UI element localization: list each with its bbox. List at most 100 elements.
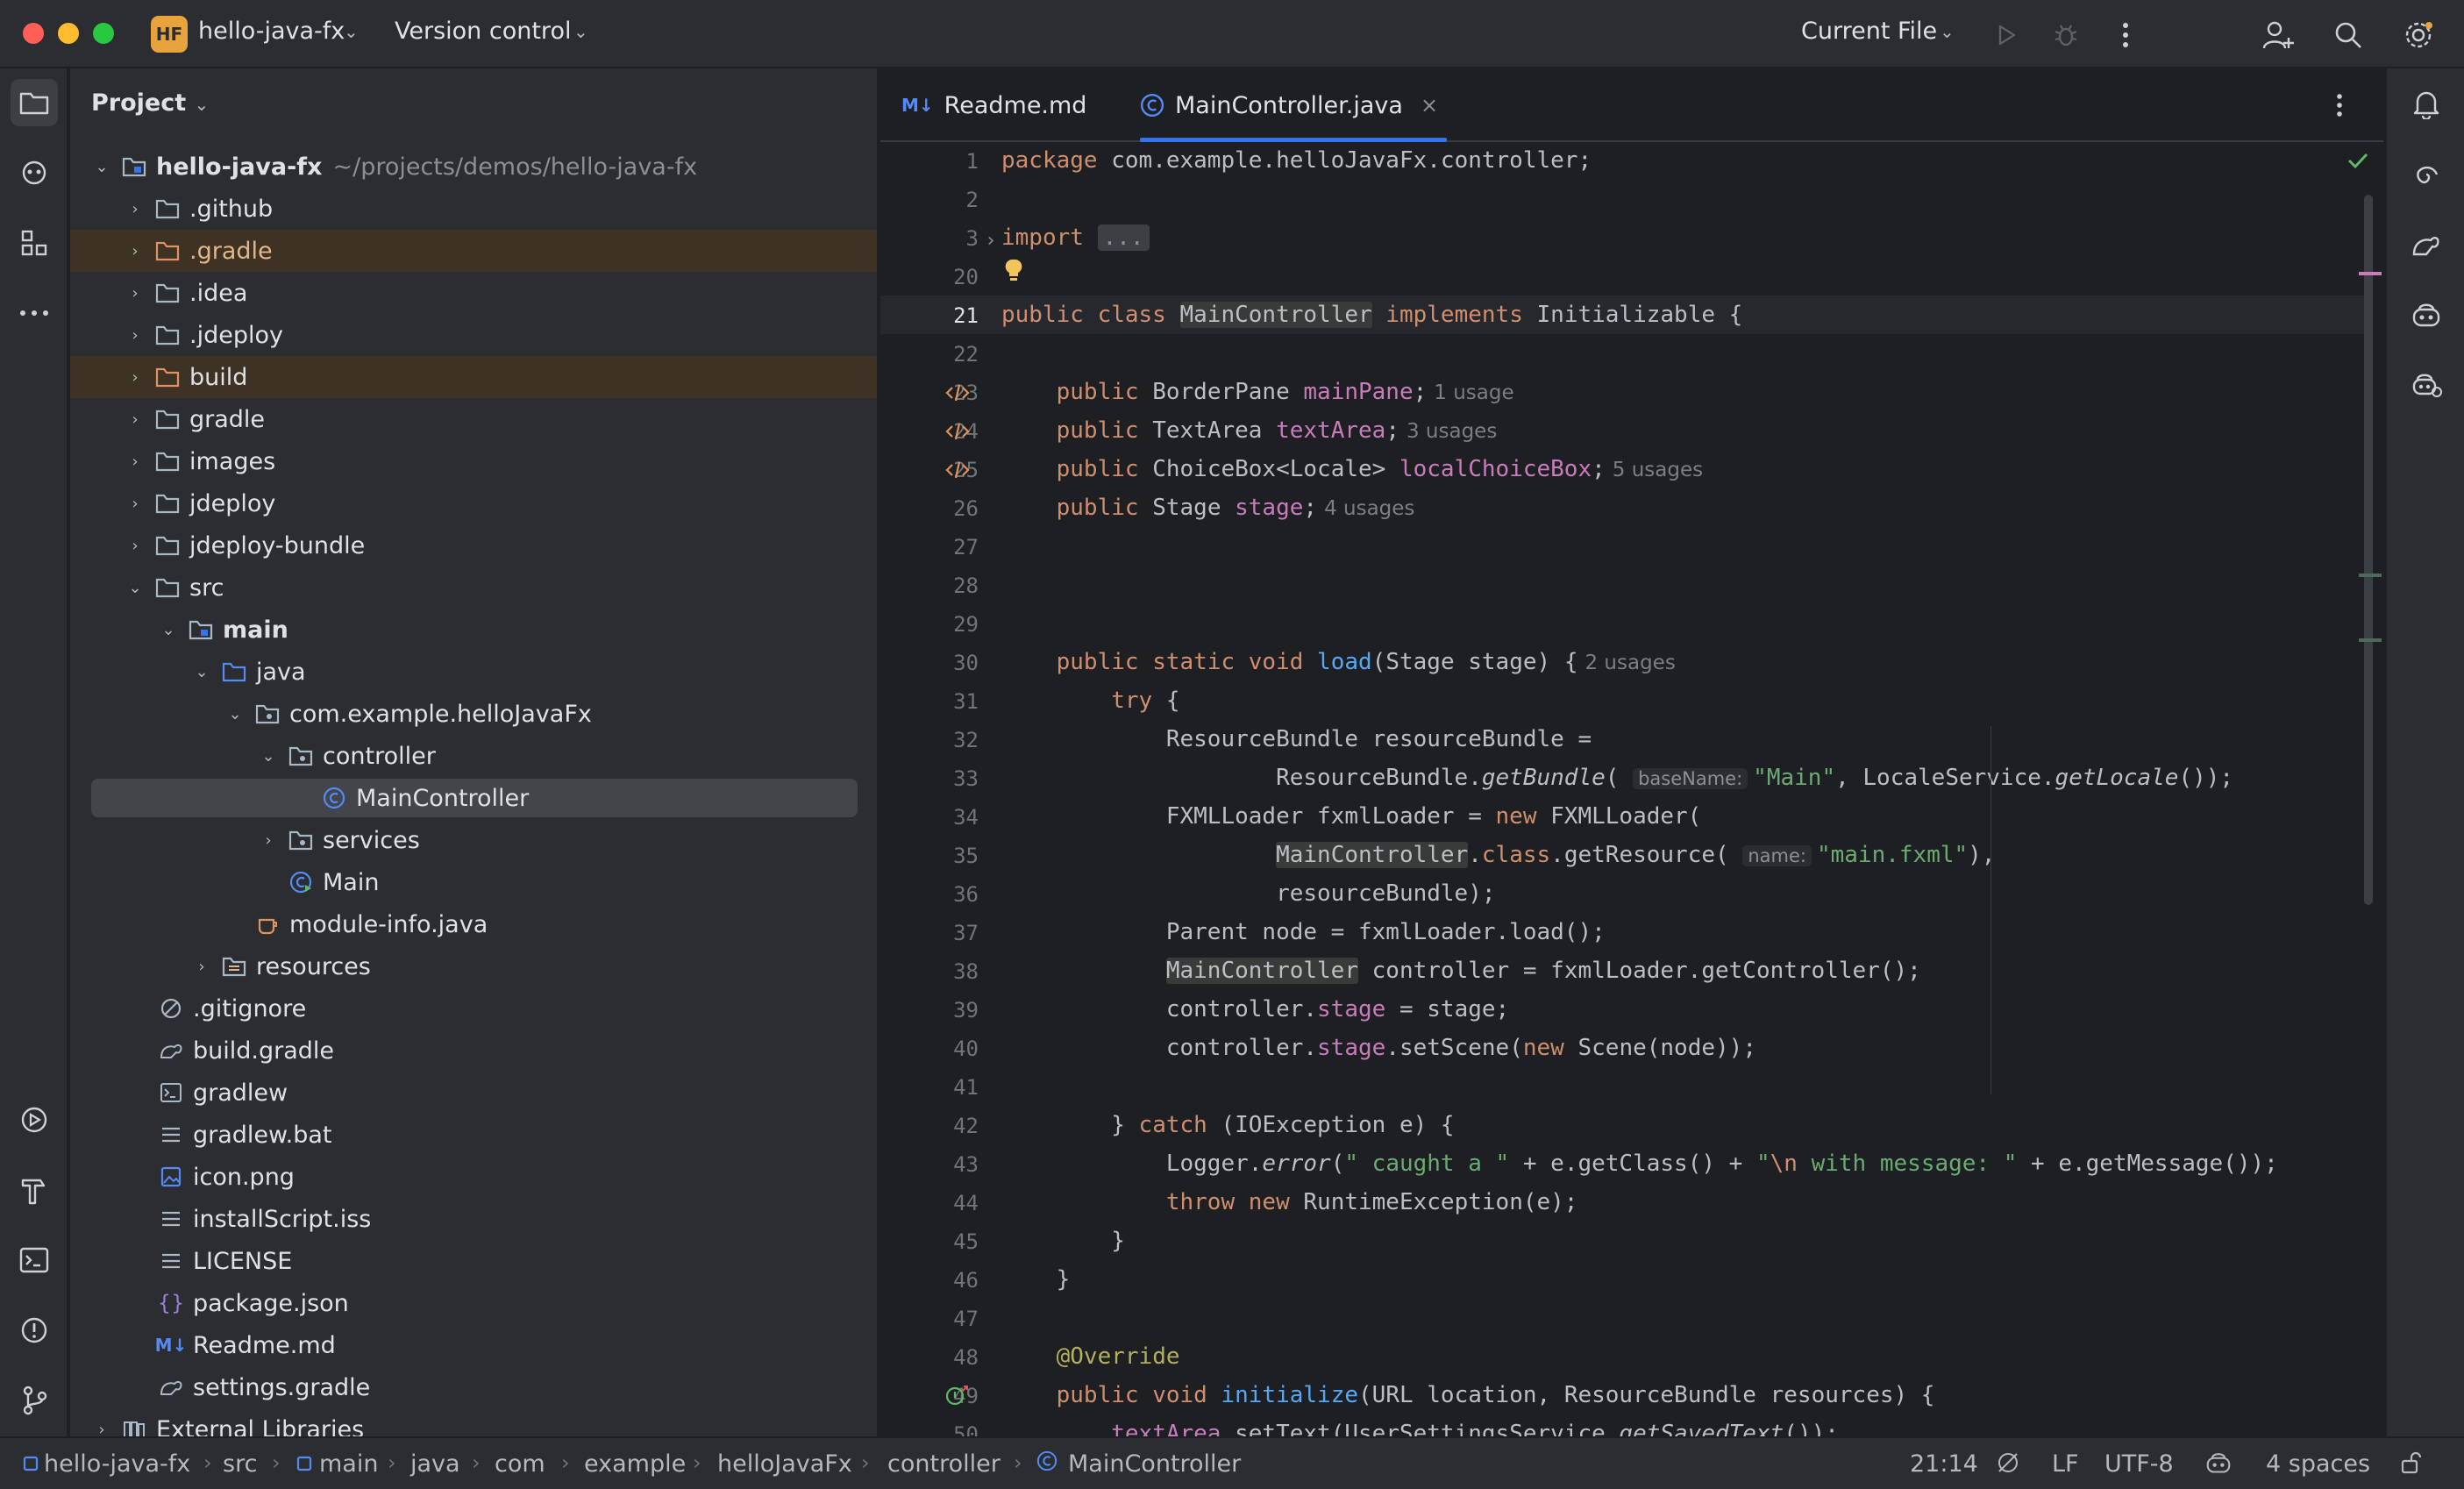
tree-row-src[interactable]: ⌄ src: [70, 566, 877, 609]
breadcrumb-item[interactable]: java: [410, 1450, 460, 1478]
code-line-34[interactable]: FXMLLoader fxmlLoader = new FXMLLoader(: [1001, 803, 1702, 830]
breadcrumb-item[interactable]: hello-java-fx: [44, 1450, 190, 1478]
code-line-42[interactable]: } catch (IOException e) {: [1001, 1112, 1454, 1138]
code-line-50[interactable]: textArea.setText(UserSettingsService.get…: [1001, 1421, 1839, 1436]
inspection-off-icon[interactable]: [1996, 1450, 2020, 1481]
chevron-right-icon[interactable]: ›: [125, 495, 146, 513]
tree-row-external-libraries[interactable]: › External Libraries: [70, 1408, 877, 1437]
line-separator[interactable]: LF: [2052, 1450, 2079, 1478]
code-line-38[interactable]: MainController controller = fxmlLoader.g…: [1001, 958, 1921, 984]
close-icon[interactable]: ×: [1421, 93, 1438, 118]
tab-maincontroller[interactable]: MainController.java ×: [1140, 68, 1448, 142]
breadcrumb-item[interactable]: src: [223, 1450, 257, 1478]
ai-assistant-button[interactable]: [2403, 151, 2450, 198]
caret-position[interactable]: 21:14: [1910, 1450, 1978, 1478]
fxml-link-icon[interactable]: [944, 379, 972, 407]
lightbulb-icon[interactable]: [1000, 256, 1028, 284]
structure-tool-button[interactable]: [11, 219, 58, 267]
code-line-45[interactable]: }: [1001, 1228, 1125, 1254]
error-stripe-mark[interactable]: [2359, 638, 2382, 642]
tree-row-jdeploy[interactable]: › jdeploy: [70, 482, 877, 524]
code-line-1[interactable]: package com.example.helloJavaFx.controll…: [1001, 147, 1592, 174]
tree-row-github[interactable]: › .github: [70, 188, 877, 230]
project-name-dropdown[interactable]: hello-java-fx: [198, 18, 345, 45]
implements-method-icon[interactable]: [944, 1382, 972, 1410]
tree-row-gradlew[interactable]: gradlew: [70, 1072, 877, 1114]
chevron-down-icon[interactable]: ⌄: [224, 705, 246, 723]
code-line-37[interactable]: Parent node = fxmlLoader.load();: [1001, 919, 1606, 945]
fxml-link-icon[interactable]: [944, 417, 972, 445]
zoom-window-button[interactable]: [93, 23, 114, 44]
tree-row-services[interactable]: › services: [70, 819, 877, 861]
indent-setting[interactable]: 4 spaces: [2266, 1450, 2370, 1478]
git-tool-button[interactable]: [11, 1377, 58, 1424]
usage-hint[interactable]: 5 usages: [1613, 459, 1703, 481]
more-actions-button[interactable]: [2106, 16, 2145, 54]
tree-row-package[interactable]: ⌄ com.example.helloJavaFx: [70, 693, 877, 735]
tree-row-package-json[interactable]: {} package.json: [70, 1282, 877, 1324]
breadcrumb-item[interactable]: com: [495, 1450, 545, 1478]
usage-hint[interactable]: 3 usages: [1406, 420, 1497, 443]
tree-row-build-gradle[interactable]: build.gradle: [70, 1029, 877, 1072]
minimize-window-button[interactable]: [58, 23, 79, 44]
tree-row-settings-gradle[interactable]: settings.gradle: [70, 1366, 877, 1408]
breadcrumb-item[interactable]: example: [584, 1450, 686, 1478]
code-line-33[interactable]: ResourceBundle.getBundle( baseName: "Main…: [1001, 765, 2233, 791]
code-line-36[interactable]: resourceBundle);: [1001, 880, 1495, 907]
chevron-right-icon[interactable]: ›: [125, 326, 146, 345]
usage-hint[interactable]: 4 usages: [1324, 497, 1414, 520]
tree-row-gitignore[interactable]: .gitignore: [70, 987, 877, 1029]
vcs-dropdown[interactable]: Version control: [395, 18, 571, 45]
tree-row-root[interactable]: ⌄ hello-java-fx ~/projects/demos/hello-j…: [70, 146, 877, 188]
chevron-right-icon[interactable]: ›: [125, 537, 146, 555]
code-editor[interactable]: 1 2 3 20 21 22 23 24 25 26 27 28 29 30 3…: [880, 142, 2383, 1436]
breadcrumb-item[interactable]: main: [319, 1450, 378, 1478]
code-line-43[interactable]: Logger.error(" caught a " + e.getClass()…: [1001, 1151, 2278, 1177]
copilot-button[interactable]: [2403, 291, 2450, 338]
breadcrumb-item[interactable]: helloJavaFx: [717, 1450, 852, 1478]
usage-hint[interactable]: 2 usages: [1585, 652, 1675, 674]
chevron-down-icon[interactable]: ⌄: [158, 621, 179, 639]
project-badge[interactable]: HF: [151, 16, 188, 53]
tree-row-module-info[interactable]: module-info.java: [70, 903, 877, 945]
tree-row-maincontroller[interactable]: MainController: [70, 777, 877, 819]
copilot-chat-button[interactable]: [2403, 361, 2450, 409]
code-line-30[interactable]: public static void load(Stage stage) {2 …: [1001, 649, 1676, 675]
code-line-46[interactable]: }: [1001, 1266, 1071, 1293]
chevron-down-icon[interactable]: ⌄: [125, 579, 146, 597]
chevron-right-icon[interactable]: ›: [125, 368, 146, 387]
code-line-25[interactable]: public ChoiceBox<Locale> localChoiceBox;…: [1001, 456, 1704, 482]
code-line-48[interactable]: @Override: [1001, 1343, 1180, 1370]
code-line-31[interactable]: try {: [1001, 688, 1179, 714]
tree-row-images[interactable]: › images: [70, 440, 877, 482]
debug-button[interactable]: [2047, 16, 2085, 54]
chevron-down-icon[interactable]: ⌄: [191, 663, 212, 681]
run-config-dropdown[interactable]: Current File: [1801, 18, 1937, 45]
no-problems-check-icon[interactable]: [2346, 151, 2369, 174]
error-stripe-mark[interactable]: [2359, 574, 2382, 577]
lock-icon[interactable]: [2399, 1450, 2424, 1481]
tree-row-jdeploy-bundle[interactable]: › jdeploy-bundle: [70, 524, 877, 566]
build-tool-button[interactable]: [11, 1166, 58, 1214]
project-panel-title[interactable]: Project ⌄: [91, 89, 209, 117]
add-user-button[interactable]: [2259, 16, 2297, 54]
file-encoding[interactable]: UTF-8: [2104, 1450, 2174, 1478]
code-line-26[interactable]: public Stage stage; 4 usages: [1001, 495, 1415, 521]
code-line-40[interactable]: controller.stage.setScene(new Scene(node…: [1001, 1035, 1756, 1061]
settings-button[interactable]: [2399, 16, 2438, 54]
tree-row-icon-png[interactable]: icon.png: [70, 1156, 877, 1198]
code-line-3[interactable]: import ...: [1001, 224, 1150, 251]
code-line-24[interactable]: public TextArea textArea; 3 usages: [1001, 417, 1498, 444]
gradle-tool-button[interactable]: [2403, 221, 2450, 268]
tree-row-gradlew-bat[interactable]: gradlew.bat: [70, 1114, 877, 1156]
terminal-tool-button[interactable]: [11, 1236, 58, 1284]
code-line-32[interactable]: ResourceBundle resourceBundle =: [1001, 726, 1592, 752]
run-button[interactable]: [1987, 16, 2026, 54]
chevron-right-icon[interactable]: ›: [91, 1421, 112, 1437]
tree-row-gradle-hidden[interactable]: › .gradle: [70, 230, 877, 272]
tree-row-java[interactable]: ⌄ java: [70, 651, 877, 693]
tree-row-build[interactable]: › build: [70, 356, 877, 398]
chevron-right-icon[interactable]: ›: [125, 410, 146, 429]
tree-row-main[interactable]: ⌄ main: [70, 609, 877, 651]
tree-row-idea[interactable]: › .idea: [70, 272, 877, 314]
